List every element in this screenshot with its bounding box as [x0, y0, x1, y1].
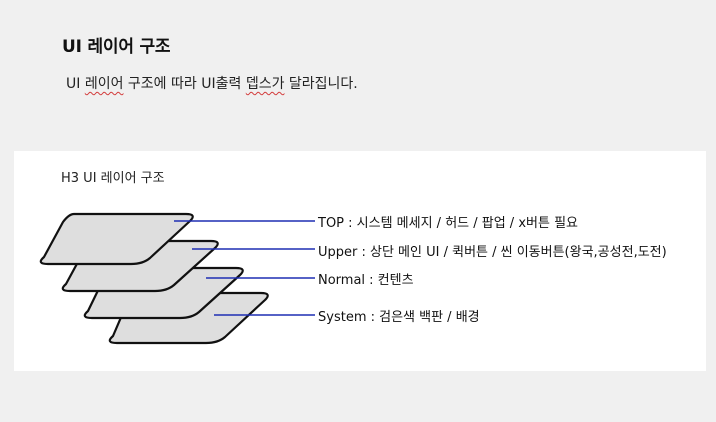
desc-part-5: 달라집니다.: [284, 76, 358, 92]
desc-part-1: UI: [66, 76, 85, 92]
desc-part-4: 뎁스가: [245, 76, 285, 92]
desc-part-2: 레이어: [84, 76, 124, 92]
layer-diagram: [39, 212, 315, 345]
page-title: UI 레이어 구조: [62, 37, 171, 57]
page-description: UI 레이어 구조에 따라 UI출력 뎁스가 달라집니다.: [66, 73, 358, 93]
layer-label-upper: Upper : 상단 메인 UI / 퀵버튼 / 씬 이동버튼(왕국,공성전,도…: [318, 245, 667, 260]
layer-label-top: TOP : 시스템 메세지 / 허드 / 팝업 / x버튼 필요: [318, 216, 578, 231]
desc-part-3: 구조에 따라 UI출력: [123, 76, 246, 92]
layer-label-normal: Normal : 컨텐츠: [318, 273, 414, 288]
layer-diagram-panel: H3 UI 레이어 구조 TOP : 시스템 메세지 / 허드 / 팝업 / x…: [14, 151, 706, 371]
layer-label-system: System : 검은색 백판 / 배경: [318, 310, 480, 325]
